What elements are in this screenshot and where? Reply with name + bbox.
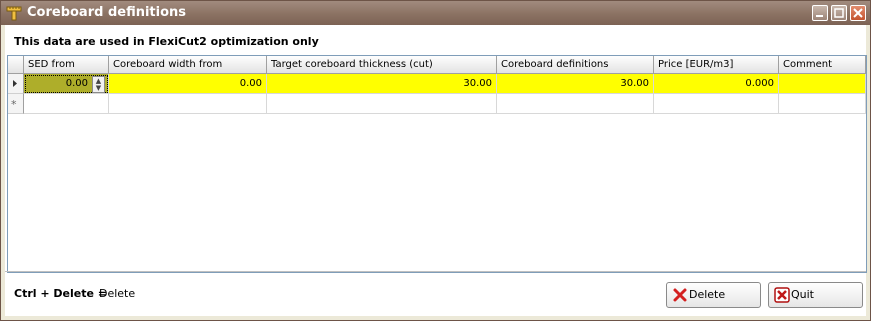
close-icon xyxy=(853,8,863,18)
current-row-arrow-icon xyxy=(13,80,17,87)
delete-button-label: Delete xyxy=(689,288,726,301)
close-button[interactable] xyxy=(850,5,866,21)
content-area: This data are used in FlexiCut2 optimiza… xyxy=(5,25,867,316)
new-row-cell[interactable] xyxy=(654,94,779,114)
column-header-price[interactable]: Price [EUR/m3] xyxy=(654,56,779,74)
definitions-grid[interactable]: SED from Coreboard width from Target cor… xyxy=(7,55,867,273)
sed-from-spinner[interactable]: ▲ ▼ xyxy=(92,76,105,93)
title-bar[interactable]: Coreboard definitions xyxy=(1,1,870,25)
minimize-button[interactable] xyxy=(812,5,828,21)
column-header-definitions[interactable]: Coreboard definitions xyxy=(497,56,654,74)
maximize-icon xyxy=(834,8,844,18)
spin-down-icon[interactable]: ▼ xyxy=(93,85,104,92)
shortcut-label: Ctrl + Delete = xyxy=(14,287,107,300)
new-row-asterisk-icon: * xyxy=(11,98,17,111)
column-header-comment[interactable]: Comment xyxy=(779,56,866,74)
cell-price[interactable]: 0.000 xyxy=(654,74,779,94)
quit-icon xyxy=(774,287,790,303)
ruler-icon xyxy=(6,6,22,21)
row-header-new[interactable]: * xyxy=(8,94,24,114)
svg-text:*: * xyxy=(11,98,17,111)
column-header-sed-from[interactable]: SED from xyxy=(24,56,109,74)
coreboard-definitions-window: Coreboard definitions This data are used… xyxy=(0,0,871,321)
delete-x-icon xyxy=(673,288,687,302)
window-title: Coreboard definitions xyxy=(27,5,187,20)
shortcut-action: Delete xyxy=(99,287,136,300)
cell-width-from[interactable]: 0.00 xyxy=(109,74,267,94)
new-row-cell[interactable] xyxy=(24,94,109,114)
info-label: This data are used in FlexiCut2 optimiza… xyxy=(14,35,319,48)
cell-target-thickness[interactable]: 30.00 xyxy=(267,74,497,94)
quit-button[interactable]: Quit xyxy=(768,282,863,308)
new-row-cell[interactable] xyxy=(109,94,267,114)
row-header-corner xyxy=(8,56,24,74)
cell-comment[interactable] xyxy=(779,74,866,94)
new-row-cell[interactable] xyxy=(497,94,654,114)
column-header-target-thickness[interactable]: Target coreboard thickness (cut) xyxy=(267,56,497,74)
new-row-cell[interactable] xyxy=(267,94,497,114)
cell-definitions[interactable]: 30.00 xyxy=(497,74,654,94)
footer-divider xyxy=(5,271,866,272)
maximize-button[interactable] xyxy=(831,5,847,21)
new-row-cell[interactable] xyxy=(779,94,866,114)
column-header-width-from[interactable]: Coreboard width from xyxy=(109,56,267,74)
row-header-current[interactable] xyxy=(8,74,24,94)
minimize-icon xyxy=(816,15,823,17)
quit-button-label: Quit xyxy=(791,288,814,301)
delete-button[interactable]: Delete xyxy=(666,282,761,308)
